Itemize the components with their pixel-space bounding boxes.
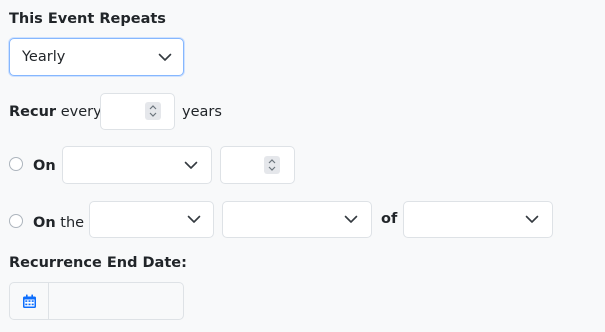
calendar-icon — [23, 294, 36, 308]
repeat-label: This Event Repeats — [9, 11, 166, 27]
recur-label: Recur every — [9, 104, 102, 120]
on-the-ordinal-select[interactable] — [89, 201, 214, 238]
on-the-label-rest: the — [60, 215, 85, 231]
on-radio[interactable] — [9, 157, 23, 171]
chevron-down-icon — [187, 215, 201, 223]
on-the-radio[interactable] — [9, 214, 23, 228]
on-day-input[interactable] — [220, 146, 295, 184]
recur-interval-input[interactable] — [100, 93, 175, 130]
on-the-label: On the — [33, 215, 84, 231]
on-label: On — [33, 158, 56, 174]
spin-arrows-icon — [149, 105, 157, 117]
spin-arrows-icon — [268, 159, 276, 171]
repeat-select[interactable]: Yearly — [9, 38, 184, 76]
recur-unit: years — [182, 104, 222, 120]
calendar-button[interactable] — [9, 282, 49, 320]
recur-label-bold: Recur — [9, 104, 57, 120]
on-the-label-bold: On — [33, 215, 56, 231]
recur-interval-stepper[interactable] — [145, 102, 161, 120]
of-label: of — [381, 211, 398, 227]
on-day-stepper[interactable] — [264, 156, 280, 174]
on-the-weekday-select[interactable] — [222, 201, 372, 238]
repeat-select-value: Yearly — [22, 49, 66, 65]
end-date-label: Recurrence End Date: — [9, 255, 187, 271]
on-the-month-select[interactable] — [403, 201, 553, 238]
recur-label-rest: every — [60, 104, 102, 120]
on-month-select[interactable] — [62, 146, 212, 184]
chevron-down-icon — [184, 161, 198, 169]
end-date-input[interactable] — [49, 282, 184, 320]
chevron-down-icon — [344, 215, 358, 223]
chevron-down-icon — [158, 53, 172, 61]
chevron-down-icon — [525, 215, 539, 223]
